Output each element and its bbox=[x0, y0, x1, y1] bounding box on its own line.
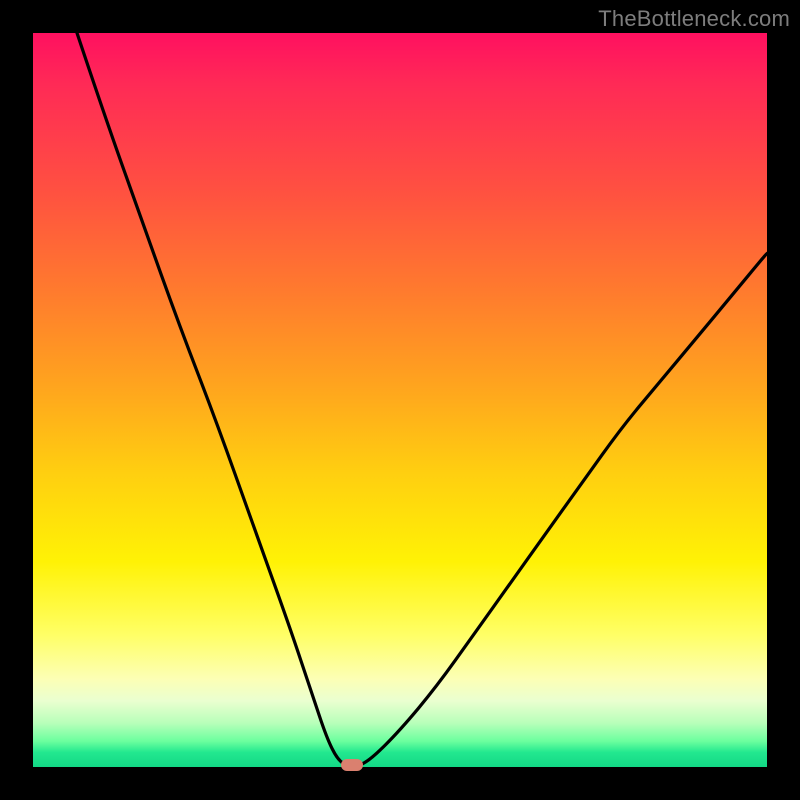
bottleneck-curve bbox=[77, 33, 767, 767]
watermark-text: TheBottleneck.com bbox=[598, 6, 790, 32]
curve-layer bbox=[33, 33, 767, 767]
optimum-marker bbox=[341, 759, 363, 771]
chart-frame: TheBottleneck.com bbox=[0, 0, 800, 800]
plot-area bbox=[33, 33, 767, 767]
